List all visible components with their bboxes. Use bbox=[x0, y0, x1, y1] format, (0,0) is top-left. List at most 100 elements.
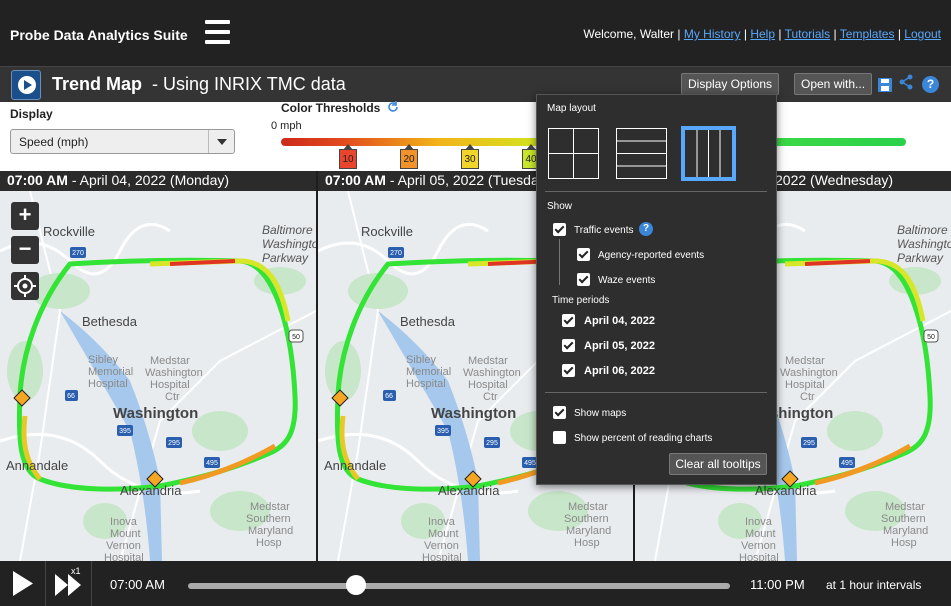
svg-text:Sibley: Sibley bbox=[88, 354, 118, 366]
svg-text:Maryland: Maryland bbox=[248, 525, 293, 537]
maps-area: 07:00 AM - April 04, 2022 (Monday) Rockv… bbox=[0, 171, 951, 561]
link-my-history[interactable]: My History bbox=[684, 27, 741, 41]
title-bar: Trend Map - Using INRIX TMC data Display… bbox=[0, 66, 951, 102]
period-label: April 05, 2022 bbox=[584, 340, 655, 352]
svg-text:Medstar: Medstar bbox=[150, 355, 190, 367]
open-with-button[interactable]: Open with... bbox=[794, 73, 873, 95]
threshold-marker[interactable]: 30 bbox=[461, 144, 479, 169]
svg-text:50: 50 bbox=[292, 334, 300, 341]
svg-text:50: 50 bbox=[927, 334, 935, 341]
svg-text:Hospital: Hospital bbox=[406, 378, 446, 390]
period-checkbox[interactable] bbox=[562, 364, 575, 377]
locate-icon[interactable] bbox=[11, 272, 39, 300]
svg-text:Washington: Washington bbox=[431, 405, 516, 422]
map-view[interactable]: Rockville Bethesda Washington Annandale … bbox=[0, 191, 316, 561]
svg-text:Ctr: Ctr bbox=[165, 391, 180, 403]
show-maps-checkbox[interactable] bbox=[553, 406, 566, 419]
color-thresholds-label: Color Thresholds bbox=[281, 101, 381, 115]
top-bar: Probe Data Analytics Suite Welcome, Walt… bbox=[0, 0, 951, 66]
map-panel-header: 07:00 AM - April 04, 2022 (Monday) bbox=[0, 171, 316, 191]
threshold-marker[interactable]: 20 bbox=[400, 144, 418, 169]
map-layout-label: Map layout bbox=[547, 103, 596, 114]
svg-text:Hosp: Hosp bbox=[574, 537, 600, 549]
display-select-value: Speed (mph) bbox=[19, 135, 89, 149]
svg-text:Memorial: Memorial bbox=[88, 366, 133, 378]
svg-text:Medstar: Medstar bbox=[468, 355, 508, 367]
svg-text:Hospital: Hospital bbox=[739, 552, 779, 561]
svg-text:Vernon: Vernon bbox=[424, 540, 459, 552]
welcome-text: Welcome, Walter | bbox=[583, 27, 681, 41]
svg-text:270: 270 bbox=[390, 250, 402, 257]
save-icon[interactable] bbox=[877, 77, 893, 93]
trend-map-logo-icon bbox=[11, 70, 41, 100]
layout-rows-option[interactable] bbox=[616, 128, 667, 179]
waze-events-checkbox[interactable] bbox=[577, 273, 590, 286]
svg-text:Washington: Washington bbox=[145, 367, 203, 379]
divider bbox=[545, 191, 767, 192]
play-icon[interactable] bbox=[0, 561, 46, 606]
svg-text:Southern: Southern bbox=[246, 513, 291, 525]
svg-text:Maryland: Maryland bbox=[566, 525, 611, 537]
map-panel-1[interactable]: 07:00 AM - April 04, 2022 (Monday) Rockv… bbox=[0, 171, 316, 561]
svg-text:Hosp: Hosp bbox=[891, 537, 917, 549]
svg-text:66: 66 bbox=[385, 393, 393, 400]
help-icon[interactable]: ? bbox=[639, 222, 653, 236]
layout-grid-option[interactable] bbox=[548, 128, 599, 179]
clear-tooltips-button[interactable]: Clear all tooltips bbox=[669, 453, 767, 475]
svg-text:Mount: Mount bbox=[745, 528, 776, 540]
period-checkbox[interactable] bbox=[562, 314, 575, 327]
svg-text:Hospital: Hospital bbox=[88, 378, 128, 390]
svg-text:Alexandria: Alexandria bbox=[438, 483, 500, 498]
svg-text:270: 270 bbox=[72, 250, 84, 257]
chevron-down-icon bbox=[208, 130, 234, 153]
svg-text:Annandale: Annandale bbox=[6, 458, 68, 473]
playback-bar: x1 07:00 AM 11:00 PM at 1 hour intervals bbox=[0, 561, 951, 606]
link-logout[interactable]: Logout bbox=[904, 27, 941, 41]
show-percent-label: Show percent of reading charts bbox=[574, 433, 713, 444]
svg-text:495: 495 bbox=[841, 460, 853, 467]
link-help[interactable]: Help bbox=[750, 27, 775, 41]
svg-text:Medstar: Medstar bbox=[885, 501, 925, 513]
waze-events-label: Waze events bbox=[598, 275, 656, 286]
fast-forward-icon[interactable]: x1 bbox=[46, 561, 92, 606]
svg-text:Hospital: Hospital bbox=[468, 379, 508, 391]
share-icon[interactable] bbox=[898, 74, 914, 90]
page-title: Trend Map - Using INRIX TMC data bbox=[52, 74, 346, 94]
display-options-button[interactable]: Display Options bbox=[681, 73, 780, 95]
svg-text:Inova: Inova bbox=[745, 516, 773, 528]
svg-text:Baltimore: Baltimore bbox=[897, 223, 948, 237]
svg-text:495: 495 bbox=[206, 460, 218, 467]
svg-text:Southern: Southern bbox=[564, 513, 609, 525]
layout-columns-option[interactable] bbox=[681, 126, 736, 181]
svg-text:395: 395 bbox=[437, 428, 449, 435]
show-percent-checkbox[interactable] bbox=[553, 431, 566, 444]
zoom-in-button[interactable]: + bbox=[11, 202, 39, 230]
help-icon[interactable]: ? bbox=[922, 76, 939, 93]
agency-events-checkbox[interactable] bbox=[577, 248, 590, 261]
svg-text:Rockville: Rockville bbox=[361, 224, 413, 239]
reset-icon[interactable] bbox=[386, 100, 400, 114]
svg-text:Medstar: Medstar bbox=[785, 355, 825, 367]
display-select[interactable]: Speed (mph) bbox=[10, 129, 235, 154]
show-maps-label: Show maps bbox=[574, 408, 627, 419]
show-label: Show bbox=[547, 201, 573, 212]
hamburger-menu-icon[interactable] bbox=[205, 20, 230, 44]
svg-text:Alexandria: Alexandria bbox=[120, 483, 182, 498]
threshold-marker[interactable]: 10 bbox=[339, 144, 357, 169]
time-slider-handle[interactable] bbox=[346, 575, 367, 595]
traffic-events-checkbox[interactable] bbox=[553, 223, 566, 236]
svg-text:Annandale: Annandale bbox=[324, 458, 386, 473]
agency-events-label: Agency-reported events bbox=[598, 250, 705, 261]
period-label: April 06, 2022 bbox=[584, 365, 655, 377]
link-templates[interactable]: Templates bbox=[840, 27, 895, 41]
time-slider[interactable] bbox=[188, 583, 730, 589]
period-checkbox[interactable] bbox=[562, 339, 575, 352]
zoom-out-button[interactable]: − bbox=[11, 236, 39, 264]
svg-text:Medstar: Medstar bbox=[250, 501, 290, 513]
link-tutorials[interactable]: Tutorials bbox=[785, 27, 831, 41]
divider bbox=[545, 392, 767, 393]
svg-text:295: 295 bbox=[168, 440, 180, 447]
svg-text:Vernon: Vernon bbox=[741, 540, 776, 552]
svg-text:Mount: Mount bbox=[428, 528, 459, 540]
svg-text:Parkway: Parkway bbox=[897, 251, 944, 265]
